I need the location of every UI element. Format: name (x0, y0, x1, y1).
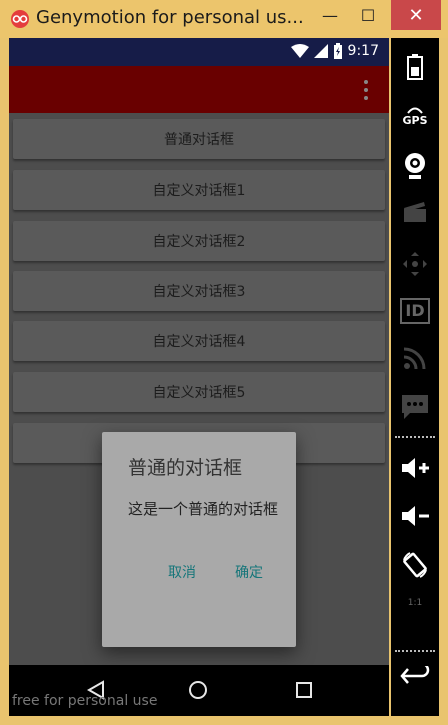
dialog-title: 普通的对话框 (128, 457, 243, 479)
wifi-icon (290, 44, 309, 58)
panel-divider-bottom (395, 650, 435, 652)
alert-dialog: 普通的对话框 这是一个普通的对话框 取消 确定 (102, 432, 296, 647)
custom-dialog-2-button[interactable]: 自定义对话框2 (13, 221, 385, 261)
webcam-icon[interactable] (391, 151, 439, 181)
normal-dialog-button[interactable]: 普通对话框 (13, 119, 385, 159)
panel-divider (395, 436, 435, 438)
device-id-icon[interactable]: ID (391, 298, 439, 324)
move-dpad-icon[interactable] (391, 251, 439, 277)
genymotion-logo-icon (11, 10, 29, 28)
custom-dialog-1-button[interactable]: 自定义对话框1 (13, 170, 385, 210)
custom-dialog-4-button[interactable]: 自定义对话框4 (13, 321, 385, 361)
volume-down-icon[interactable] (391, 504, 439, 528)
maximize-button[interactable]: ☐ (350, 0, 386, 30)
network-rss-icon[interactable] (391, 346, 439, 370)
custom-dialog-3-button[interactable]: 自定义对话框3 (13, 271, 385, 311)
status-time: 9:17 (347, 43, 379, 59)
status-bar: 9:17 (9, 38, 389, 66)
close-button[interactable]: ✕ (391, 0, 441, 30)
sms-icon[interactable] (391, 394, 439, 420)
ratio-label: 1:1 (407, 598, 423, 608)
rotate-screen-icon[interactable] (391, 550, 439, 580)
device-id-label: ID (400, 298, 430, 324)
gps-label: GPS (402, 114, 428, 127)
signal-icon (313, 44, 328, 58)
gps-icon[interactable]: GPS (391, 106, 439, 127)
more-vert-icon[interactable] (363, 80, 369, 100)
app-toolbar (9, 66, 389, 113)
dialog-cancel-button[interactable]: 取消 (168, 562, 196, 582)
watermark-text: free for personal use (12, 693, 158, 709)
pixel-perfect-icon[interactable]: 1:1 (391, 598, 439, 608)
back-arrow-icon[interactable] (391, 666, 439, 686)
window-titlebar: Genymotion for personal us... — ☐ ✕ (0, 0, 448, 38)
dialog-ok-button[interactable]: 确定 (235, 562, 263, 582)
home-icon[interactable] (189, 681, 207, 699)
battery-icon (333, 43, 342, 59)
screencast-icon[interactable] (391, 201, 439, 223)
recent-apps-icon[interactable] (296, 682, 312, 698)
minimize-button[interactable]: — (312, 0, 348, 30)
custom-dialog-5-button[interactable]: 自定义对话框5 (13, 372, 385, 412)
genymotion-side-panel: GPS ID 1:1 (391, 38, 439, 716)
window-title: Genymotion for personal us... (36, 7, 304, 28)
volume-up-icon[interactable] (391, 456, 439, 480)
battery-widget-icon[interactable] (391, 54, 439, 80)
dialog-message: 这是一个普通的对话框 (128, 500, 279, 518)
